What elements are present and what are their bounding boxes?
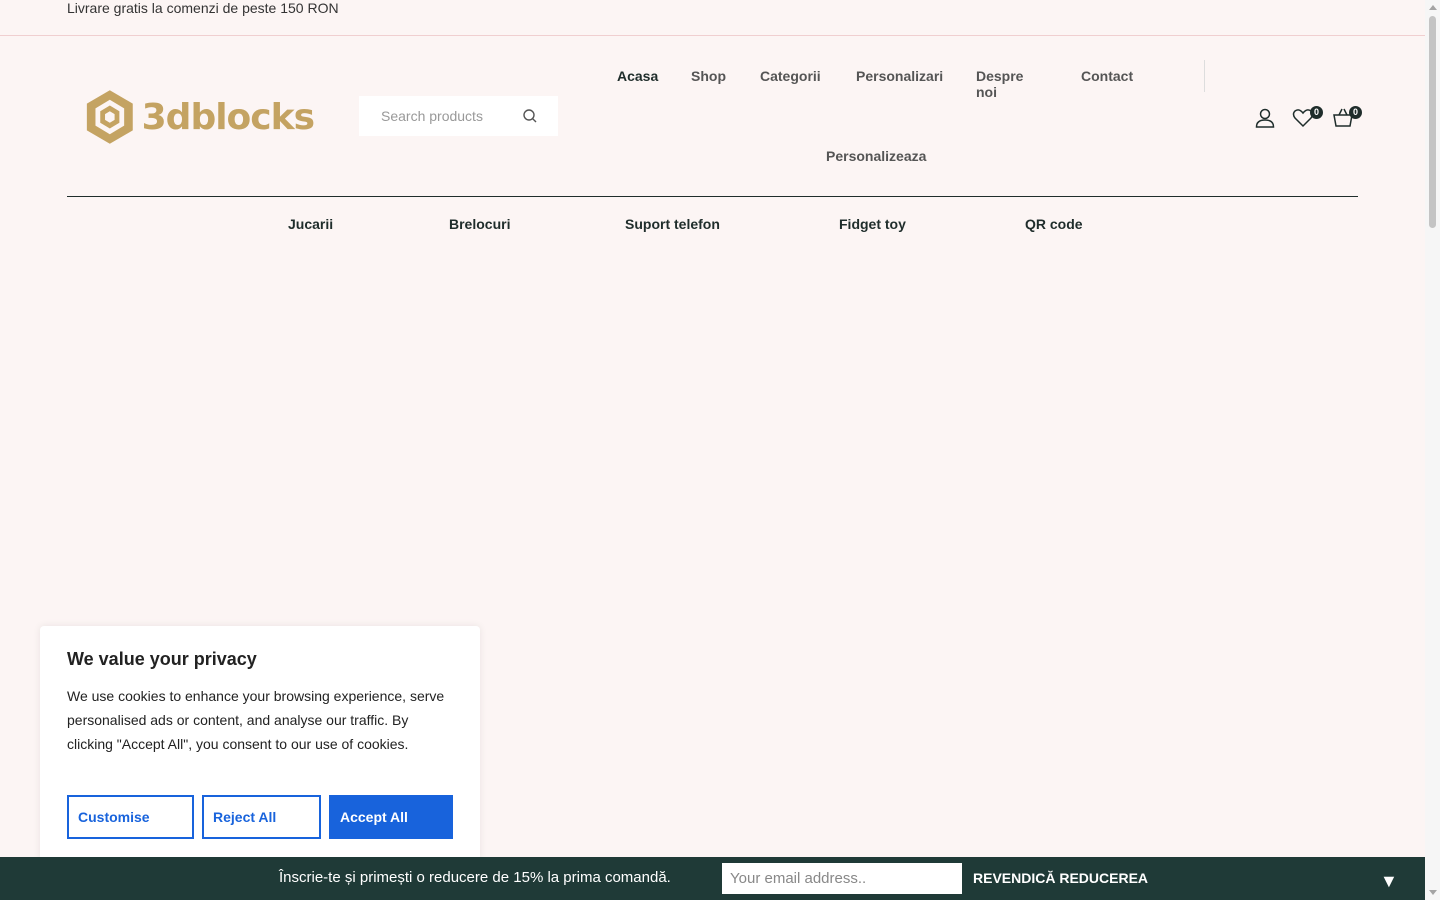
nav-item-despre-noi[interactable]: Despre noi: [976, 68, 1023, 100]
header-divider: [67, 196, 1358, 197]
category-qr-code[interactable]: QR code: [1025, 216, 1083, 232]
search-icon[interactable]: [522, 108, 538, 124]
collapse-toggle-icon[interactable]: ▼: [1380, 871, 1398, 892]
hexagon-logo-icon: [86, 90, 133, 144]
page-scrollbar[interactable]: [1425, 0, 1440, 900]
claim-discount-button[interactable]: REVENDICĂ REDUCEREA: [973, 870, 1148, 886]
cookie-description: We use cookies to enhance your browsing …: [67, 688, 445, 752]
user-icon[interactable]: [1254, 107, 1276, 129]
logo-wordmark: 3dblocks: [141, 96, 315, 138]
site-logo[interactable]: 3dblocks: [84, 86, 315, 148]
product-search: [359, 96, 558, 136]
scroll-down-arrow-icon[interactable]: [1429, 890, 1437, 895]
announcement-bar: Livrare gratis la comenzi de peste 150 R…: [0, 0, 1425, 36]
nav-item-acasa[interactable]: Acasa: [617, 68, 658, 84]
announcement-text: Livrare gratis la comenzi de peste 150 R…: [67, 0, 339, 16]
newsletter-bar: Înscrie-te și primești o reducere de 15%…: [0, 857, 1425, 900]
nav-item-shop[interactable]: Shop: [691, 68, 726, 84]
nav-item-personalizeaza[interactable]: Personalizeaza: [826, 148, 926, 164]
category-suport-telefon[interactable]: Suport telefon: [625, 216, 720, 232]
nav-separator: [1204, 60, 1205, 92]
cookie-title: We value your privacy: [67, 649, 257, 669]
newsletter-text: Înscrie-te și primești o reducere de 15%…: [279, 869, 671, 886]
reject-all-button[interactable]: Reject All: [202, 795, 321, 839]
scroll-up-arrow-icon[interactable]: [1429, 5, 1437, 10]
scrollbar-thumb[interactable]: [1429, 16, 1436, 228]
search-input[interactable]: [381, 108, 531, 124]
cart-count-badge: 0: [1349, 106, 1362, 119]
nav-item-personalizari[interactable]: Personalizari: [856, 68, 943, 84]
cookie-consent-banner: We value your privacy We use cookies to …: [40, 626, 480, 860]
nav-item-categorii[interactable]: Categorii: [760, 68, 821, 84]
category-brelocuri[interactable]: Brelocuri: [449, 216, 510, 232]
newsletter-email-input[interactable]: [722, 863, 962, 894]
category-fidget-toy[interactable]: Fidget toy: [839, 216, 906, 232]
category-jucarii[interactable]: Jucarii: [288, 216, 333, 232]
accept-all-button[interactable]: Accept All: [329, 795, 453, 839]
nav-item-contact[interactable]: Contact: [1081, 68, 1133, 84]
wishlist-count-badge: 0: [1310, 106, 1323, 119]
customise-button[interactable]: Customise: [67, 795, 194, 839]
